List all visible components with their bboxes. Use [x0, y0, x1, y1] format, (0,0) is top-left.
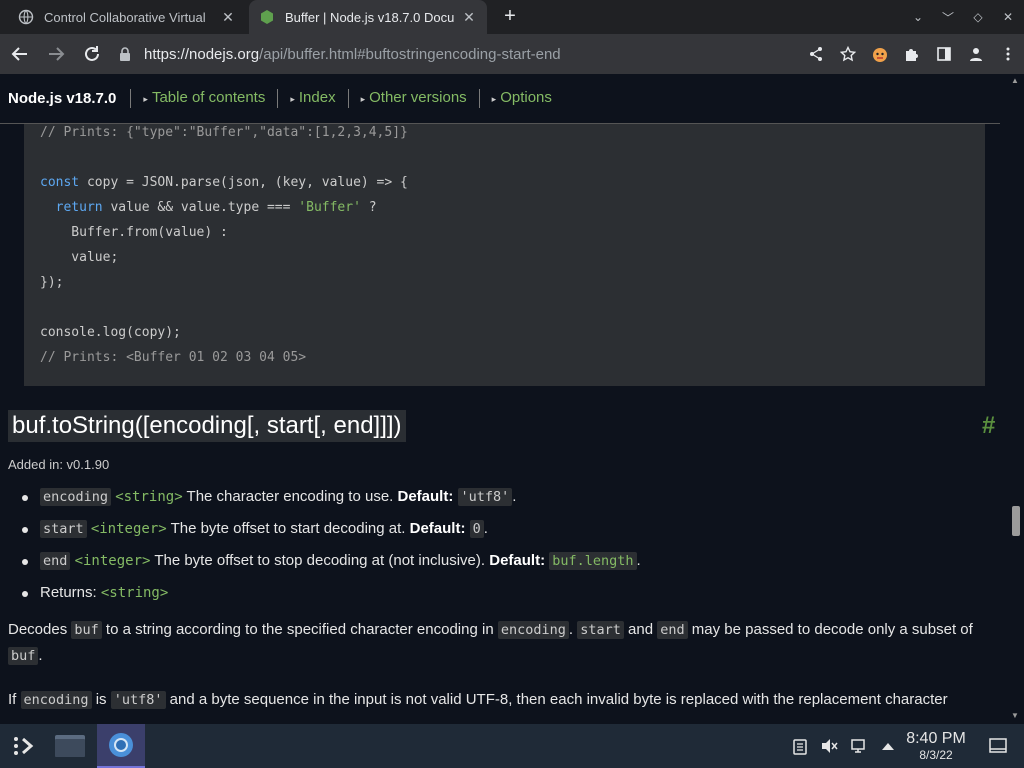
doc-title[interactable]: Node.js v18.7.0	[8, 90, 116, 107]
app-launcher-button[interactable]	[0, 724, 48, 768]
paragraph-decodes: Decodes buf to a string according to the…	[8, 621, 973, 665]
browser-toolbar: https://nodejs.org/api/buffer.html#bufto…	[0, 34, 1024, 74]
doc-header: Node.js v18.7.0 ▸ Table of contents ▸ Inde…	[0, 74, 1000, 124]
lock-icon	[120, 47, 130, 61]
type-link[interactable]: <string>	[101, 585, 168, 601]
bullet	[22, 591, 28, 597]
nav-index[interactable]: ▸ Index	[277, 89, 347, 108]
code-line: console.log(copy);	[40, 325, 181, 340]
chevron-down-icon[interactable]: ⌄	[910, 10, 926, 24]
forward-button[interactable]	[40, 38, 72, 70]
param-encoding: encoding <string> The character encoding…	[40, 488, 516, 506]
type-link[interactable]: <integer>	[75, 553, 151, 569]
tab-title: Buffer | Node.js v18.7.0 Docu	[285, 9, 455, 25]
page-scrollbar[interactable]: ▲ ▼	[1008, 74, 1024, 724]
added-in: Added in: v0.1.90	[8, 457, 110, 472]
bullet	[22, 559, 28, 565]
kebab-menu-icon[interactable]	[992, 38, 1024, 70]
param-end: end <integer> The byte offset to stop de…	[40, 552, 641, 570]
side-panel-icon[interactable]	[928, 38, 960, 70]
clipboard-icon[interactable]	[786, 724, 814, 768]
code-line: // Prints: {"type":"Buffer","data":[1,2,…	[40, 125, 408, 140]
address-bar[interactable]: https://nodejs.org/api/buffer.html#bufto…	[108, 38, 858, 70]
code-line: // Prints: <Buffer 01 02 03 04 05>	[40, 350, 307, 365]
scroll-down-icon[interactable]: ▼	[1011, 711, 1019, 720]
type-link[interactable]: <string>	[115, 489, 182, 505]
extension-fox-icon[interactable]	[864, 38, 896, 70]
minimize-icon[interactable]: ﹀	[940, 9, 956, 26]
scroll-thumb[interactable]	[1012, 506, 1020, 536]
bullet	[22, 527, 28, 533]
nav-toc[interactable]: ▸ Table of contents	[130, 89, 277, 108]
taskbar-files[interactable]	[46, 724, 94, 768]
bookmark-star-icon[interactable]	[832, 38, 864, 70]
back-button[interactable]	[4, 38, 36, 70]
close-icon[interactable]: ✕	[220, 9, 236, 26]
launcher-icon	[14, 737, 34, 755]
new-tab-button[interactable]: +	[498, 4, 522, 28]
globe-icon	[18, 9, 34, 25]
nav-options[interactable]: ▸ Options	[478, 89, 564, 108]
code-line: value;	[40, 250, 119, 265]
share-icon[interactable]	[800, 38, 832, 70]
window-controls: ⌄ ﹀ ◇ ✕	[910, 0, 1016, 34]
code-line: const copy = JSON.parse(json, (key, valu…	[40, 175, 408, 190]
tray-expand-icon[interactable]	[874, 724, 902, 768]
nodejs-icon	[261, 10, 273, 24]
returns: Returns: <string>	[40, 584, 169, 601]
section-heading: buf.toString([encoding[, start[, end]]])	[8, 410, 406, 442]
scroll-up-icon[interactable]: ▲	[1011, 76, 1019, 85]
close-window-icon[interactable]: ✕	[1000, 10, 1016, 24]
profile-icon[interactable]	[960, 38, 992, 70]
reload-button[interactable]	[76, 38, 108, 70]
tab-buffer-docs[interactable]: Buffer | Node.js v18.7.0 Docu ✕	[249, 0, 487, 34]
code-line: Buffer.from(value) :	[40, 225, 228, 240]
tab-title: Control Collaborative Virtual	[44, 9, 206, 25]
clock[interactable]: 8:40 PM 8/3/22	[900, 730, 972, 762]
anchor-link[interactable]: #	[982, 412, 995, 440]
toolbar-actions	[800, 34, 1024, 74]
paragraph-utf8: If encoding is 'utf8' and a byte sequenc…	[8, 691, 948, 709]
reload-icon	[85, 46, 99, 61]
volume-muted-icon[interactable]	[815, 724, 843, 768]
tab-strip: Control Collaborative Virtual ✕ Buffer |…	[0, 0, 1024, 34]
buf-length-link[interactable]: buf.length	[549, 552, 637, 570]
network-icon[interactable]	[845, 724, 873, 768]
taskbar-chromium[interactable]	[97, 724, 145, 768]
code-block: // Prints: {"type":"Buffer","data":[1,2,…	[24, 124, 985, 386]
url-host: https://nodejs.org	[144, 45, 260, 63]
code-line: return value && value.type === 'Buffer' …	[55, 200, 377, 215]
extensions-puzzle-icon[interactable]	[896, 38, 928, 70]
bullet	[22, 495, 28, 501]
show-desktop-icon[interactable]	[984, 724, 1012, 768]
param-start: start <integer> The byte offset to start…	[40, 520, 488, 538]
arrow-right-icon	[49, 47, 65, 61]
close-icon[interactable]: ✕	[461, 9, 477, 26]
folder-icon	[55, 735, 85, 757]
code-line: });	[40, 275, 64, 290]
restore-icon[interactable]: ◇	[970, 10, 986, 24]
url-path: /api/buffer.html#buftostringencoding-sta…	[259, 45, 561, 63]
clock-time: 8:40 PM	[906, 730, 966, 747]
nav-other-versions[interactable]: ▸ Other versions	[347, 89, 479, 108]
clock-date: 8/3/22	[919, 748, 953, 762]
taskbar: 8:40 PM 8/3/22	[0, 724, 1024, 768]
page-viewport: Node.js v18.7.0 ▸ Table of contents ▸ Inde…	[0, 74, 1008, 724]
arrow-left-icon	[11, 47, 27, 61]
chromium-icon	[109, 733, 133, 757]
type-link[interactable]: <integer>	[91, 521, 167, 537]
tab-control-collaborative[interactable]: Control Collaborative Virtual ✕	[8, 0, 246, 34]
